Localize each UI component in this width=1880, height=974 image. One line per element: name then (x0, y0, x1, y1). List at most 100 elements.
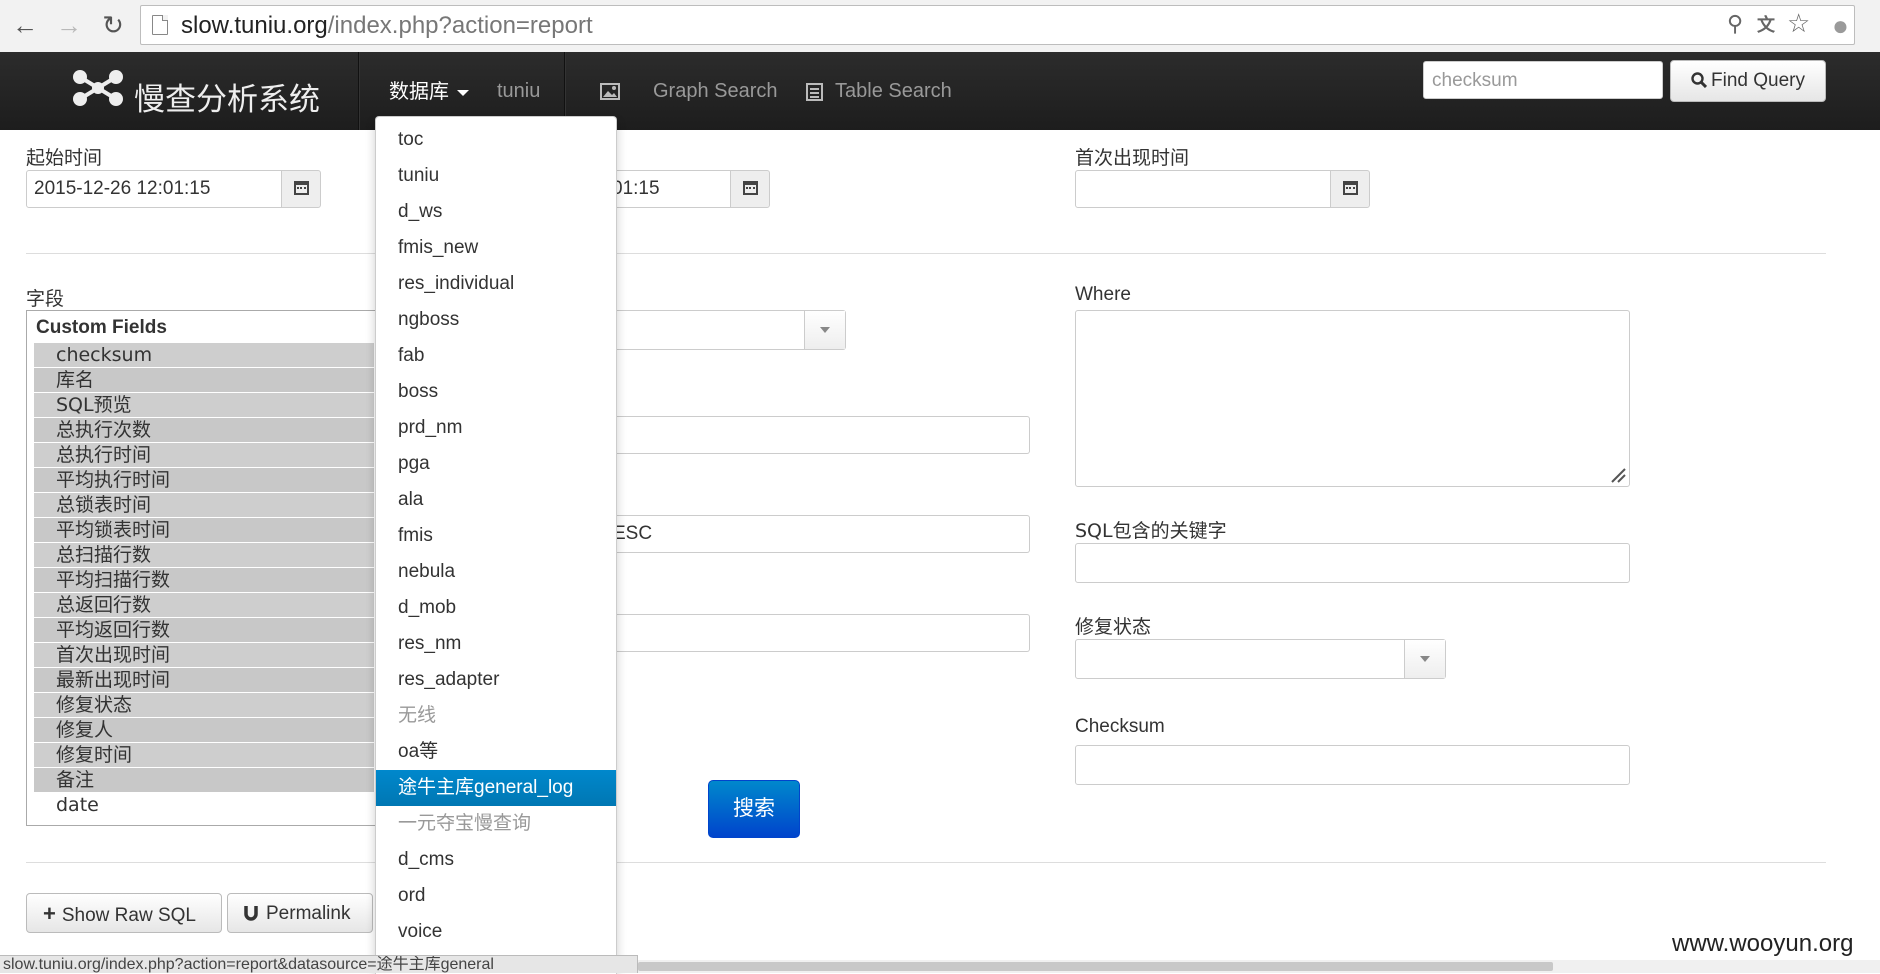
status-bar-url: slow.tuniu.org/index.php?action=report&d… (0, 955, 638, 973)
field-option[interactable]: 平均执行时间 (34, 468, 374, 492)
start-time-input[interactable]: 2015-12-26 12:01:15 (26, 170, 282, 208)
calendar-icon (743, 181, 758, 195)
find-query-label: Find Query (1711, 70, 1805, 91)
database-menu-item[interactable]: toc (376, 122, 616, 158)
field-option[interactable]: 总扫描行数 (34, 543, 374, 567)
order-field-select[interactable] (580, 310, 846, 350)
translate-icon[interactable]: 文 (1757, 11, 1775, 37)
database-menu-item[interactable]: d_mob (376, 590, 616, 626)
database-menu-item[interactable]: voice (376, 914, 616, 950)
horizontal-scrollbar[interactable] (638, 960, 1880, 973)
show-raw-sql-button[interactable]: + Show Raw SQL (26, 893, 222, 933)
table-search-link[interactable]: Table Search (806, 52, 952, 130)
database-menu-item[interactable]: boss (376, 374, 616, 410)
fix-status-label: 修复状态 (1075, 616, 1152, 638)
field-option[interactable]: 总锁表时间 (34, 493, 374, 517)
globe-icon[interactable]: ● (1832, 10, 1849, 42)
database-menu-item[interactable]: 途牛主库general_log (376, 770, 616, 806)
database-menu-item[interactable]: fab (376, 338, 616, 374)
fields-group-label: Custom Fields (36, 317, 167, 338)
field-option[interactable]: SQL预览 (34, 393, 374, 417)
where-textarea[interactable] (1075, 310, 1630, 487)
sql-keyword-input[interactable] (1075, 543, 1630, 583)
fields-multiselect[interactable]: Custom Fields checksum 库名 SQL预览 总执行次数 总执行时间平… (26, 310, 378, 826)
browser-toolbar: ← → ↻ slow.tuniu.org/index.php?action=re… (0, 0, 1880, 53)
forward-arrow-icon[interactable]: → (54, 10, 84, 40)
key-icon[interactable]: ⚲ (1727, 11, 1743, 37)
field-option[interactable]: 总返回行数 (34, 593, 374, 617)
database-menu-item[interactable]: res_nm (376, 626, 616, 662)
table-search-label: Table Search (835, 80, 952, 102)
database-menu-item[interactable]: prd_nm (376, 410, 616, 446)
database-dropdown-label: 数据库 (389, 79, 449, 103)
database-menu-item[interactable]: fmis (376, 518, 616, 554)
database-menu-item[interactable]: d_cms (376, 842, 616, 878)
field-option[interactable]: checksum (34, 343, 374, 367)
database-menu-item[interactable]: oa等 (376, 734, 616, 770)
database-menu-item[interactable]: pga (376, 446, 616, 482)
permalink-button[interactable]: Permalink (227, 893, 373, 933)
field-option[interactable]: 平均返回行数 (34, 618, 374, 642)
checksum-input[interactable] (1075, 745, 1630, 785)
reload-icon[interactable]: ↻ (98, 10, 128, 40)
where-label: Where (1075, 284, 1131, 305)
back-arrow-icon[interactable]: ← (10, 10, 40, 40)
first-seen-input[interactable] (1075, 170, 1331, 208)
fix-status-select[interactable] (1075, 639, 1446, 679)
database-menu-item[interactable]: res_adapter (376, 662, 616, 698)
field-option[interactable]: 总执行次数 (34, 418, 374, 442)
field-option[interactable]: 修复状态 (34, 693, 374, 717)
database-menu-item[interactable]: 无线 (376, 698, 616, 734)
field-option[interactable]: 备注 (34, 768, 374, 792)
database-menu-item[interactable]: nebula (376, 554, 616, 590)
magnet-icon (244, 906, 258, 921)
field-option[interactable]: 平均扫描行数 (34, 568, 374, 592)
limit-input[interactable] (580, 614, 1030, 652)
checksum-search-input[interactable]: checksum (1423, 61, 1663, 99)
graph-search-link[interactable]: Graph Search (653, 52, 778, 130)
database-menu-item[interactable]: tuniu (376, 158, 616, 194)
field-option[interactable]: 修复人 (34, 718, 374, 742)
calendar-icon (1343, 181, 1358, 195)
field-option[interactable]: 总执行时间 (34, 443, 374, 467)
plus-icon: + (43, 901, 56, 926)
search-button[interactable]: 搜索 (708, 780, 800, 838)
picture-icon (600, 83, 620, 101)
field-option[interactable]: date (34, 793, 374, 817)
database-menu-item[interactable]: 一元夺宝慢查询 (376, 806, 616, 842)
order-by-input[interactable]: ESC (580, 515, 1030, 553)
brand-title: 慢查分析系统 (134, 82, 320, 118)
start-time-label: 起始时间 (26, 147, 103, 169)
watermark: www.wooyun.org (1672, 930, 1854, 957)
first-seen-label: 首次出现时间 (1075, 147, 1190, 169)
bookmark-star-icon[interactable]: ☆ (1787, 8, 1810, 39)
first-seen-calendar-button[interactable] (1330, 170, 1370, 208)
page-icon (152, 15, 168, 35)
show-raw-sql-label: Show Raw SQL (61, 905, 196, 926)
scrollbar-thumb[interactable] (638, 962, 1553, 971)
address-bar[interactable]: slow.tuniu.org/index.php?action=report ⚲… (140, 5, 1855, 45)
field-option[interactable]: 平均锁表时间 (34, 518, 374, 542)
end-time-calendar-button[interactable] (730, 170, 770, 208)
database-menu-item[interactable]: ala (376, 482, 616, 518)
chevron-down-icon (1404, 640, 1445, 678)
molecule-logo-icon (73, 70, 123, 106)
database-dropdown-menu: toc tuniu d_ws fmis_new res_individual ngboss… (375, 116, 617, 974)
resize-grip-icon[interactable] (1610, 467, 1626, 483)
database-menu-item[interactable]: ngboss (376, 302, 616, 338)
find-query-button[interactable]: Find Query (1670, 60, 1826, 102)
database-menu-item[interactable]: fmis_new (376, 230, 616, 266)
top-navbar: 慢查分析系统 数据库 tuniu Graph Search Table Sear… (0, 52, 1880, 130)
filter-input[interactable] (580, 416, 1030, 454)
checksum-label: Checksum (1075, 716, 1165, 737)
divider (26, 253, 1826, 254)
field-option[interactable]: 库名 (34, 368, 374, 392)
field-option[interactable]: 修复时间 (34, 743, 374, 767)
field-option[interactable]: 最新出现时间 (34, 668, 374, 692)
database-menu-item[interactable]: res_individual (376, 266, 616, 302)
start-time-calendar-button[interactable] (281, 170, 321, 208)
chevron-down-icon (804, 311, 845, 349)
database-menu-item[interactable]: ord (376, 878, 616, 914)
field-option[interactable]: 首次出现时间 (34, 643, 374, 667)
database-menu-item[interactable]: d_ws (376, 194, 616, 230)
